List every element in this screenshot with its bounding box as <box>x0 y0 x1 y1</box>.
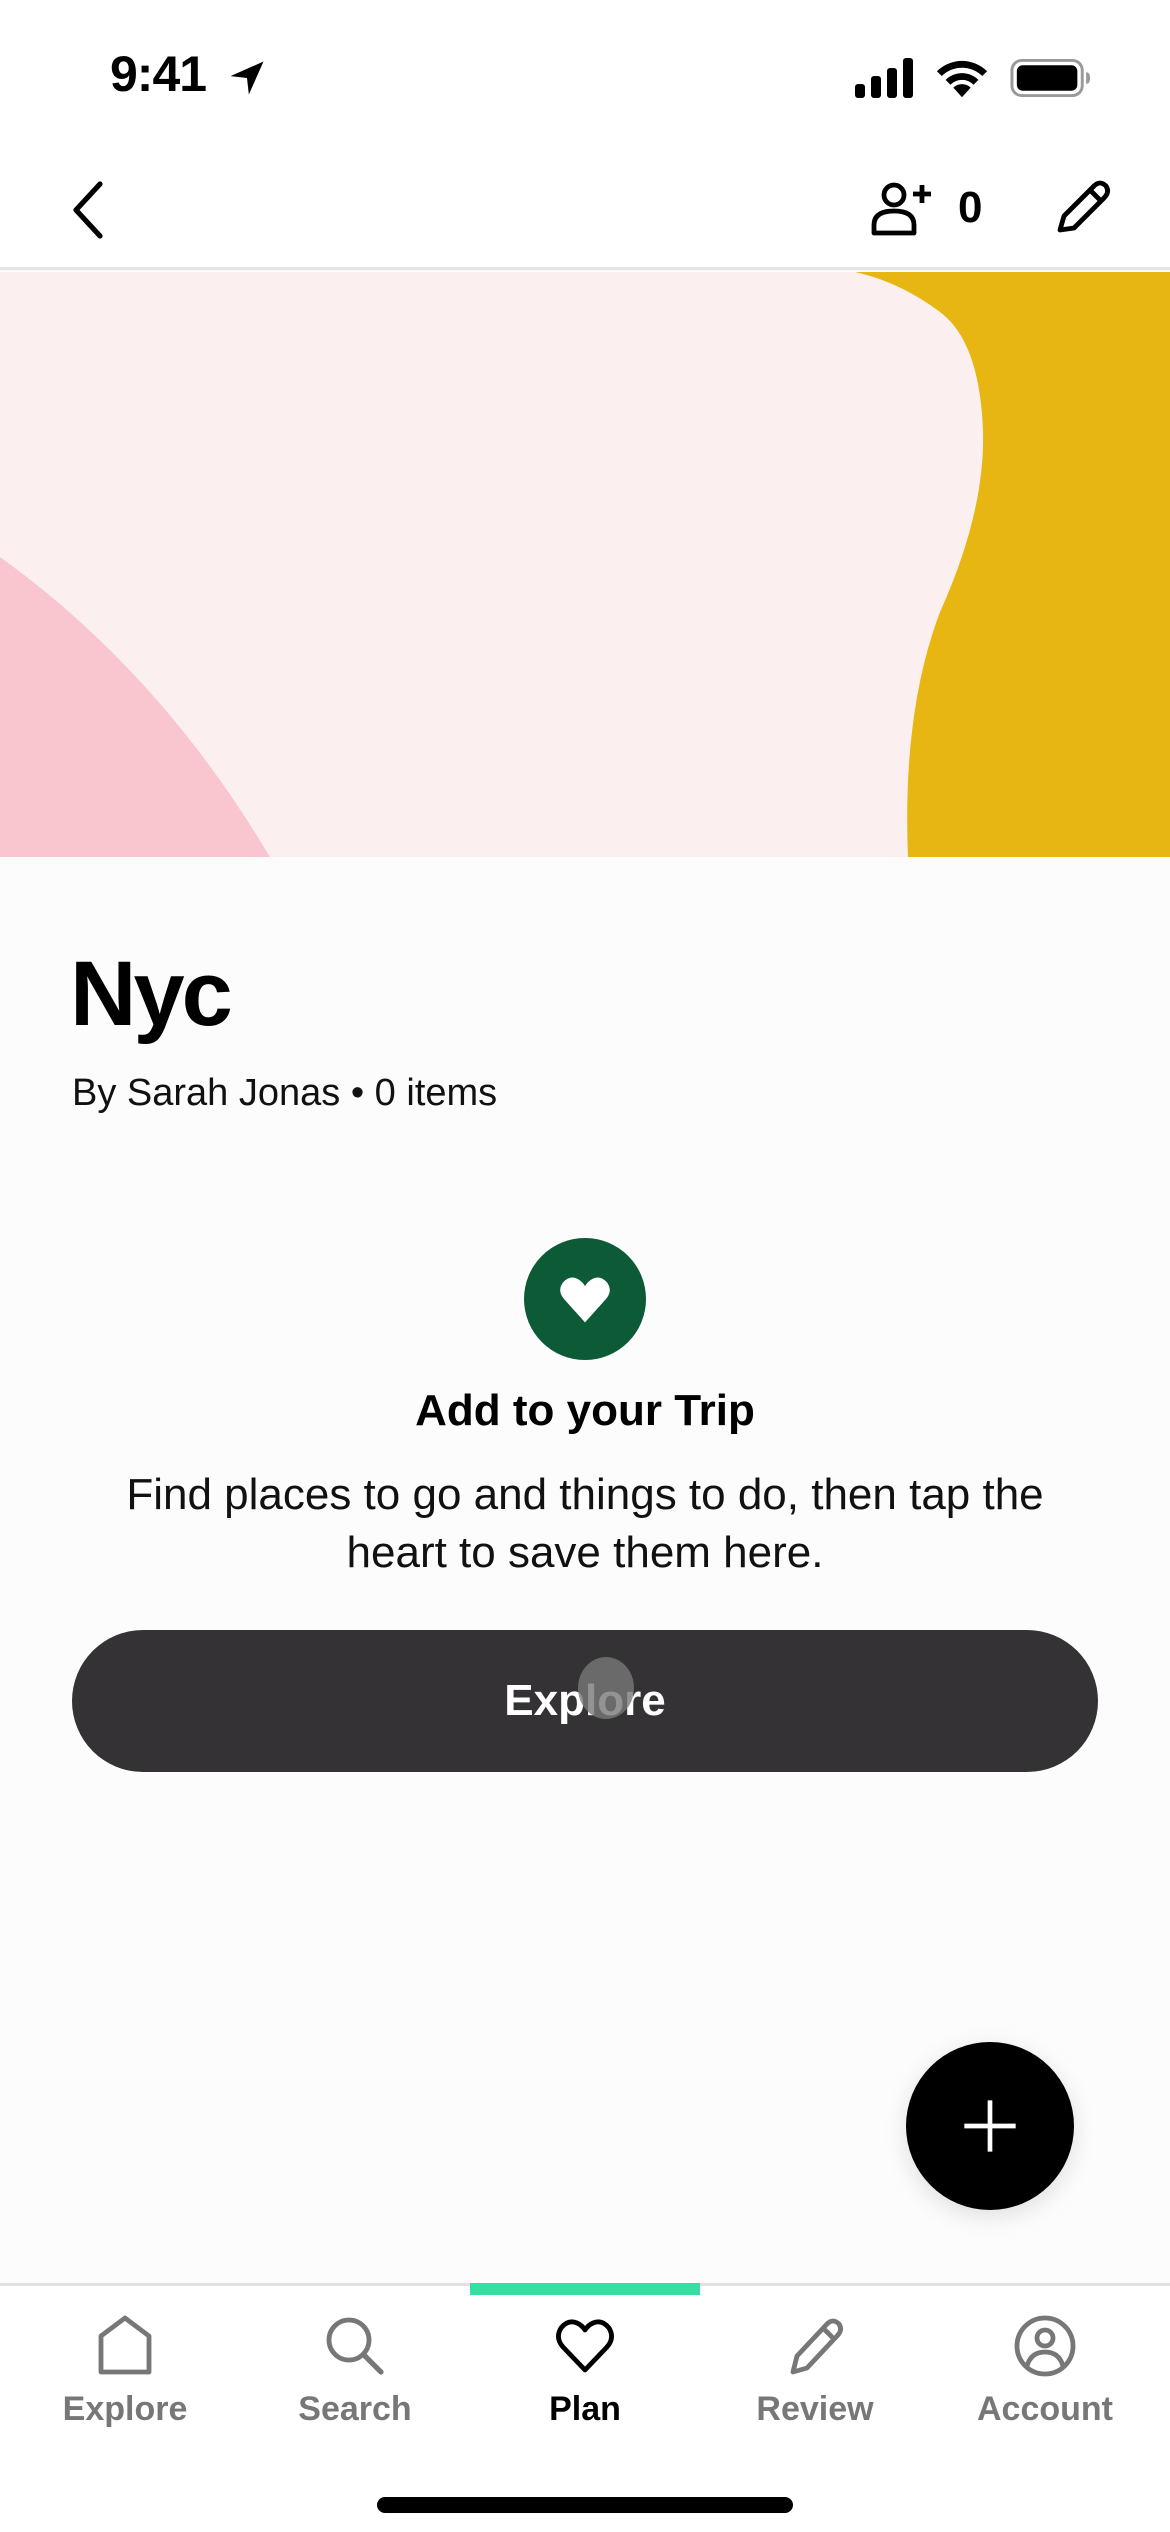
account-circle-icon <box>1014 2315 1076 2377</box>
heart-icon <box>556 2319 614 2373</box>
hero-yellow-shape <box>855 272 1170 857</box>
tab-account[interactable]: Account <box>928 2306 1162 2446</box>
collaborator-count: 0 <box>958 183 983 232</box>
home-indicator[interactable] <box>377 2497 793 2513</box>
cellular-signal-icon <box>855 58 913 98</box>
plus-icon <box>964 2100 1016 2152</box>
tab-review[interactable]: Review <box>698 2306 932 2446</box>
tab-search[interactable]: Search <box>238 2306 472 2446</box>
touch-indicator <box>578 1657 634 1719</box>
trip-meta: By Sarah Jonas • 0 items <box>72 1072 498 1114</box>
status-time: 9:41 <box>110 46 207 102</box>
tab-label: Search <box>298 2390 412 2428</box>
invite-collaborators-button[interactable]: 0 <box>870 176 1010 240</box>
nav-header: 0 <box>0 150 1170 270</box>
tab-label: Review <box>756 2390 874 2428</box>
tab-label: Plan <box>549 2390 621 2428</box>
wifi-icon <box>936 60 988 98</box>
search-icon <box>326 2317 384 2375</box>
trip-title: Nyc <box>70 943 233 1045</box>
location-arrow-icon <box>230 61 264 95</box>
empty-state-title: Add to your Trip <box>415 1386 755 1435</box>
back-button[interactable] <box>60 178 120 242</box>
edit-trip-button[interactable] <box>1050 176 1114 240</box>
person-add-icon <box>871 182 931 236</box>
hero-pink-shape <box>0 557 270 857</box>
bottom-tab-bar: Explore Search Plan Review Account <box>0 2283 1170 2532</box>
add-item-fab[interactable] <box>906 2042 1074 2210</box>
heart-icon <box>560 1277 610 1323</box>
trip-hero-image <box>0 272 1170 857</box>
tab-label: Account <box>977 2390 1113 2428</box>
tab-explore[interactable]: Explore <box>8 2306 242 2446</box>
empty-state-badge <box>524 1238 646 1360</box>
battery-icon <box>1010 58 1091 98</box>
active-tab-indicator <box>470 2283 700 2295</box>
status-bar: 9:41 <box>0 0 1170 150</box>
pencil-icon <box>790 2318 843 2375</box>
empty-state-description: Find places to go and things to do, then… <box>126 1470 1044 1577</box>
tab-label: Explore <box>62 2390 188 2428</box>
home-icon <box>98 2315 152 2375</box>
tab-plan[interactable]: Plan <box>468 2306 702 2446</box>
